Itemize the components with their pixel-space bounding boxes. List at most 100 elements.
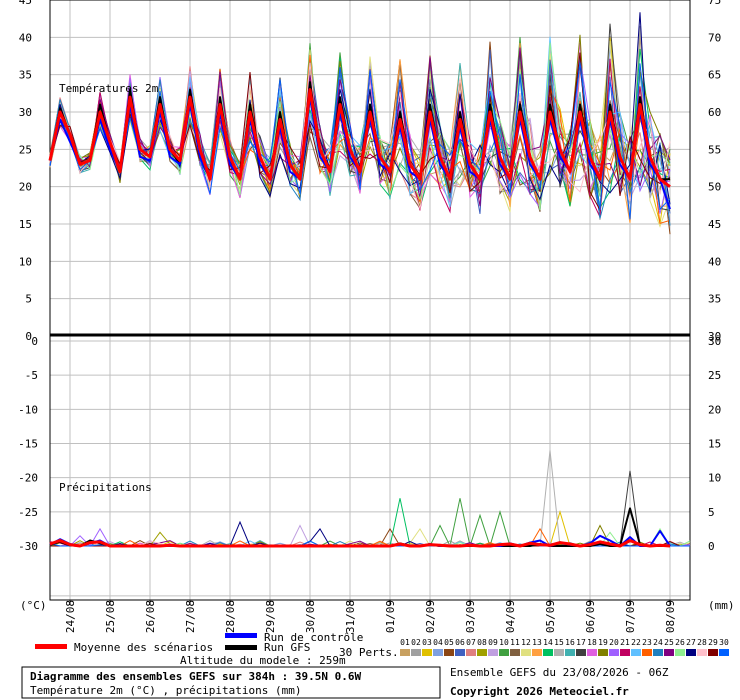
temp-y-tick-label: 10 xyxy=(19,255,32,268)
temp-y-tick-label: 45 xyxy=(19,0,32,7)
temp-y-tick-label: 35 xyxy=(19,69,32,82)
perturbation-swatch xyxy=(488,649,498,656)
temp-y-tick-label: 25 xyxy=(19,143,32,156)
footer-subtitle: Température 2m (°C) , précipitations (mm… xyxy=(30,684,302,697)
precip-y-tick-label: -30 xyxy=(18,540,38,553)
x-tick-label: 28/08 xyxy=(224,600,237,633)
temp-y2-tick-label: 35 xyxy=(708,293,721,306)
perturbation-number: 13 xyxy=(532,638,542,647)
perturbation-swatch xyxy=(598,649,608,656)
temp-y2-tick-label: 40 xyxy=(708,255,721,268)
perturbation-number: 17 xyxy=(576,638,586,647)
perturbation-swatch xyxy=(697,649,707,656)
precip-y2-tick-label: 5 xyxy=(708,506,715,519)
temp-y-tick-label: 5 xyxy=(25,293,32,306)
precip-y2-tick-label: 20 xyxy=(708,403,721,416)
precip-y-tick-label: -5 xyxy=(25,369,38,382)
copyright: Copyright 2026 Meteociel.fr xyxy=(450,685,629,698)
perturbation-swatch xyxy=(400,649,410,656)
perturbation-number: 23 xyxy=(642,638,652,647)
precip-y2-tick-label: 25 xyxy=(708,369,721,382)
perturbation-number: 05 xyxy=(444,638,454,647)
perturbation-swatch xyxy=(686,649,696,656)
perturbation-legend: 01 02 03 04 05 06 07 08 09 10 11 12 13 14 15 16 17 18 19 20… xyxy=(400,638,729,656)
perturbation-number: 30 xyxy=(719,638,729,647)
perturbation-number: 19 xyxy=(598,638,608,647)
legend-mean-label: Moyenne des scénarios xyxy=(74,641,213,654)
perturbation-number: 16 xyxy=(565,638,575,647)
precip-gfs-line xyxy=(49,507,670,547)
x-tick-label: 01/09 xyxy=(384,600,397,633)
x-tick-label: 07/09 xyxy=(624,600,637,633)
perturbation-number: 21 xyxy=(620,638,630,647)
x-tick-label: 06/09 xyxy=(584,600,597,633)
perturbation-number: 29 xyxy=(708,638,718,647)
precip-chart-title: Précipitations xyxy=(59,481,152,494)
temp-y-tick-label: 15 xyxy=(19,218,32,231)
x-tick-label: 27/08 xyxy=(184,600,197,633)
perturbation-swatch xyxy=(455,649,465,656)
ensemble-run-info: Ensemble GEFS du 23/08/2026 - 06Z xyxy=(450,666,669,679)
perturbation-swatch xyxy=(521,649,531,656)
temp-chart-title: Températures 2m xyxy=(59,82,159,95)
precip-y2-tick-label: 0 xyxy=(708,540,715,553)
precip-y2-tick-label: 10 xyxy=(708,472,721,485)
perturbation-swatch xyxy=(444,649,454,656)
x-tick-label: 24/08 xyxy=(64,600,77,633)
temp-y2-tick-label: 75 xyxy=(708,0,721,7)
legend: Moyenne des scénarios Run de contrôle Ru… xyxy=(35,631,729,659)
unit-right: (mm) xyxy=(708,599,735,612)
perturbation-swatch xyxy=(477,649,487,656)
perturbation-number: 09 xyxy=(488,638,498,647)
temp-y2-tick-label: 70 xyxy=(708,31,721,44)
perturbation-number: 22 xyxy=(631,638,641,647)
temp-y2-tick-label: 50 xyxy=(708,181,721,194)
perturbation-swatch xyxy=(532,649,542,656)
perturbation-swatch xyxy=(466,649,476,656)
perturbation-number: 18 xyxy=(587,638,597,647)
perturbation-number: 26 xyxy=(675,638,685,647)
x-tick-label: 30/08 xyxy=(304,600,317,633)
perturbation-swatch xyxy=(565,649,575,656)
perturbation-number: 07 xyxy=(466,638,476,647)
perturbation-number: 20 xyxy=(609,638,619,647)
legend-gfs-swatch xyxy=(225,645,257,650)
x-tick-label: 04/09 xyxy=(504,600,517,633)
temp-y-tick-label: 20 xyxy=(19,181,32,194)
perturbation-swatch xyxy=(675,649,685,656)
perturbation-swatch xyxy=(433,649,443,656)
perturbation-swatch xyxy=(422,649,432,656)
perturbation-swatch xyxy=(653,649,663,656)
perturbation-number: 15 xyxy=(554,638,564,647)
x-tick-label: 26/08 xyxy=(144,600,157,633)
precip-y2-tick-label: 15 xyxy=(708,438,721,451)
temp-y-tick-label: 40 xyxy=(19,31,32,44)
perturbation-swatch xyxy=(664,649,674,656)
precip-y-tick-label: -25 xyxy=(18,506,38,519)
precip-y2-tick-label: 30 xyxy=(708,335,721,348)
precip-y-tick-label: -20 xyxy=(18,472,38,485)
perturbation-number: 01 xyxy=(400,638,410,647)
perturbation-number: 12 xyxy=(521,638,531,647)
perturbation-swatch xyxy=(642,649,652,656)
temp-y2-tick-label: 60 xyxy=(708,106,721,119)
perturbation-swatch xyxy=(411,649,421,656)
x-tick-label: 05/09 xyxy=(544,600,557,633)
perturbation-swatch xyxy=(576,649,586,656)
perturbation-swatch xyxy=(499,649,509,656)
model-altitude: Altitude du modele : 259m xyxy=(180,654,346,667)
precip-y-tick-label: -10 xyxy=(18,403,38,416)
footer-title: Diagramme des ensembles GEFS sur 384h : … xyxy=(30,670,362,683)
perturbation-swatch xyxy=(609,649,619,656)
temp-y2-tick-label: 45 xyxy=(708,218,721,231)
perturbation-swatch xyxy=(587,649,597,656)
perturbation-number: 24 xyxy=(653,638,663,647)
perturbation-number: 27 xyxy=(686,638,696,647)
precip-perturbation-line xyxy=(50,450,691,547)
legend-perts-label: 30 Perts. xyxy=(339,646,399,659)
perturbation-number: 14 xyxy=(543,638,553,647)
perturbation-number: 10 xyxy=(499,638,509,647)
perturbation-swatch xyxy=(543,649,553,656)
x-tick-label: 02/09 xyxy=(424,600,437,633)
perturbation-swatch xyxy=(631,649,641,656)
